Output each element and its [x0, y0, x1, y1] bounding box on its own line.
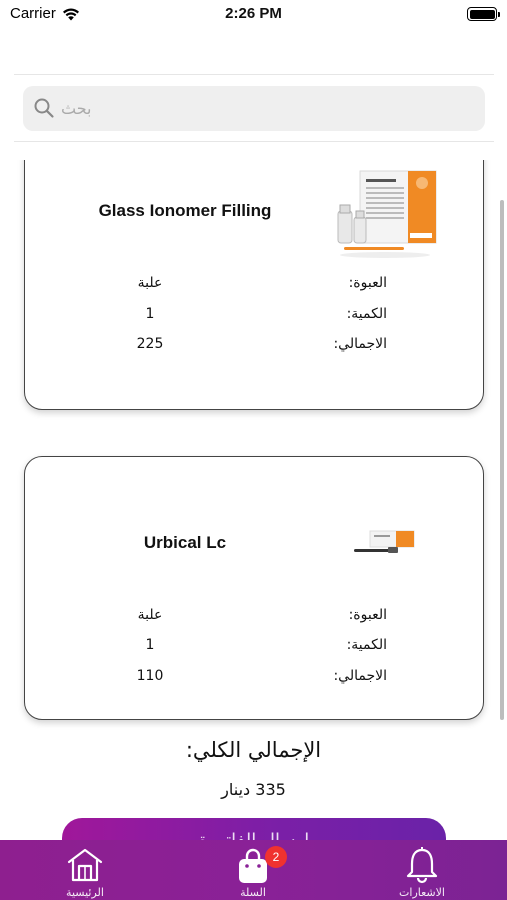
- tab-notifications[interactable]: الاشعارات: [372, 844, 472, 900]
- cart-item-card[interactable]: Glass Ionomer Filling العبوة: علبة الكمي…: [24, 160, 484, 410]
- quantity-value: 1: [145, 306, 155, 322]
- battery-icon: [467, 7, 500, 21]
- package-row: العبوة: علبة: [25, 607, 485, 631]
- package-value: علبة: [137, 275, 163, 291]
- package-label: العبوة:: [348, 607, 387, 623]
- total-row: الاجمالي: 225: [25, 336, 485, 360]
- quantity-row: الكمية: 1: [25, 306, 485, 330]
- tab-cart[interactable]: 2 السلة: [203, 844, 303, 900]
- grand-total-amount: 335 دينار: [221, 780, 286, 799]
- quantity-row: الكمية: 1: [25, 637, 485, 661]
- cart-badge: 2: [265, 846, 287, 868]
- tab-home-label: الرئيسية: [66, 886, 104, 899]
- home-icon: [67, 848, 103, 882]
- tab-bar: الرئيسية 2 السلة الاشعارات: [0, 840, 507, 900]
- header-divider: [14, 74, 494, 75]
- search-icon: [34, 98, 54, 118]
- package-row: العبوة: علبة: [25, 275, 485, 299]
- bell-icon: [406, 847, 438, 884]
- search-bar[interactable]: [23, 86, 485, 131]
- search-input[interactable]: [61, 92, 361, 124]
- total-label: الاجمالي:: [333, 336, 387, 352]
- product-image: [337, 170, 437, 258]
- quantity-label: الكمية:: [346, 306, 387, 322]
- package-value: علبة: [137, 607, 163, 623]
- tab-cart-label: السلة: [240, 886, 266, 899]
- total-row: الاجمالي: 110: [25, 668, 485, 692]
- grand-total-label: الإجمالي الكلي:: [185, 738, 322, 762]
- quantity-label: الكمية:: [346, 637, 387, 653]
- scrollbar[interactable]: [500, 200, 504, 720]
- quantity-value: 1: [145, 637, 155, 653]
- product-image: [354, 530, 415, 553]
- package-label: العبوة:: [348, 275, 387, 291]
- status-time: 2:26 PM: [225, 5, 282, 22]
- product-name: Urbical Lc: [143, 533, 227, 552]
- cart-item-card[interactable]: Urbical Lc العبوة: علبة الكمية: 1 الاجما…: [24, 456, 484, 720]
- total-value: 110: [136, 668, 164, 684]
- tab-home[interactable]: الرئيسية: [35, 844, 135, 900]
- product-name: Glass Ionomer Filling: [98, 201, 272, 220]
- status-bar: Carrier 2:26 PM: [0, 0, 507, 30]
- tab-notifications-label: الاشعارات: [399, 886, 445, 899]
- search-divider: [14, 141, 494, 142]
- cart-list[interactable]: Glass Ionomer Filling العبوة: علبة الكمي…: [0, 160, 507, 740]
- total-label: الاجمالي:: [333, 668, 387, 684]
- total-value: 225: [136, 336, 164, 352]
